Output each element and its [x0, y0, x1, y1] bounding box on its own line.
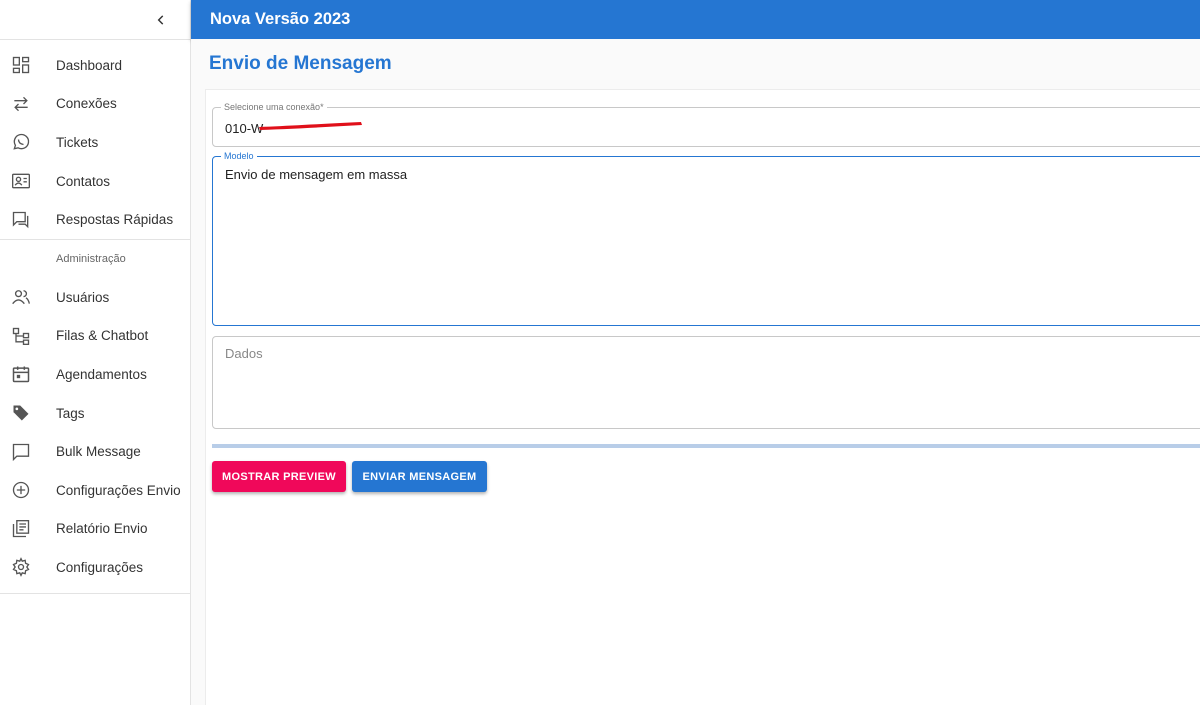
whatsapp-icon — [0, 132, 56, 152]
sidebar-item-agendamentos[interactable]: Agendamentos — [0, 355, 190, 394]
swap-arrows-icon — [0, 94, 56, 114]
sidebar-item-label: Respostas Rápidas — [56, 212, 174, 228]
sidebar-item-tags[interactable]: Tags — [0, 394, 190, 433]
modelo-label: Modelo — [221, 151, 257, 161]
calendar-icon — [0, 364, 56, 384]
sidebar-item-usuarios[interactable]: Usuários — [0, 278, 190, 317]
sidebar-section-label: Administração — [56, 252, 126, 265]
sidebar-item-bulk-message[interactable]: Bulk Message — [0, 432, 190, 471]
sidebar-item-contatos[interactable]: Contatos — [0, 162, 190, 201]
sidebar-item-dashboard[interactable]: Dashboard — [0, 46, 190, 85]
redaction-mark — [259, 122, 362, 130]
sidebar-item-label: Agendamentos — [56, 366, 147, 382]
show-preview-button[interactable]: MOSTRAR PREVIEW — [212, 461, 346, 492]
modelo-value: Envio de mensagem em massa — [225, 167, 408, 182]
app-title: Nova Versão 2023 — [210, 10, 351, 28]
tag-icon — [0, 403, 56, 423]
add-circle-icon — [0, 480, 56, 500]
sidebar-item-label: Bulk Message — [56, 444, 141, 460]
sidebar-item-conexoes[interactable]: Conexões — [0, 85, 190, 124]
sidebar-item-label: Tags — [56, 405, 85, 421]
connection-select-label: Selecione uma conexão* — [221, 102, 327, 112]
sidebar-divider — [0, 592, 190, 594]
sidebar-item-label: Contatos — [56, 173, 111, 189]
flow-tree-icon — [0, 326, 56, 346]
app-root: Dashboard Conexões Tickets Contatos Resp… — [0, 0, 1200, 705]
send-message-button[interactable]: ENVIAR MENSAGEM — [352, 461, 487, 492]
sidebar-item-configuracoes[interactable]: Configurações — [0, 548, 190, 587]
report-library-icon — [0, 519, 56, 539]
sidebar: Dashboard Conexões Tickets Contatos Resp… — [0, 0, 191, 705]
progress-bar-fill — [212, 444, 1200, 448]
dashboard-icon — [0, 55, 56, 75]
dados-placeholder: Dados — [225, 346, 263, 361]
modelo-textarea[interactable]: Modelo Envio de mensagem em massa — [212, 151, 1200, 326]
sidebar-item-configuracoes-envio[interactable]: Configurações Envio — [0, 471, 190, 510]
chevron-left-icon[interactable] — [150, 9, 172, 31]
sidebar-menu-main: Dashboard Conexões Tickets Contatos Resp… — [0, 40, 190, 239]
sidebar-item-label: Dashboard — [56, 57, 123, 73]
gear-icon — [0, 557, 56, 578]
sidebar-item-label: Usuários — [56, 289, 110, 305]
sidebar-item-relatorio-envio[interactable]: Relatório Envio — [0, 510, 190, 549]
sidebar-item-label: Conexões — [56, 96, 117, 112]
progress-bar — [212, 444, 1200, 448]
sidebar-item-label: Configurações Envio — [56, 482, 181, 498]
top-app-bar: Nova Versão 2023 — [191, 0, 1200, 39]
sidebar-item-respostas-rapidas[interactable]: Respostas Rápidas — [0, 200, 190, 239]
message-form-panel: Selecione uma conexão* 010-W Modelo Envi… — [205, 89, 1200, 705]
contact-card-icon — [0, 171, 56, 191]
connection-select[interactable]: Selecione uma conexão* 010-W — [212, 102, 1200, 147]
main-content: Envio de Mensagem Selecione uma conexão*… — [191, 39, 1200, 705]
sidebar-item-label: Relatório Envio — [56, 521, 148, 537]
quick-reply-icon — [0, 210, 56, 230]
sidebar-item-label: Filas & Chatbot — [56, 328, 149, 344]
dados-textarea[interactable]: Dados — [212, 336, 1200, 429]
sidebar-collapse-row — [0, 0, 190, 40]
page-title: Envio de Mensagem — [209, 53, 392, 74]
sidebar-item-tickets[interactable]: Tickets — [0, 123, 190, 162]
sidebar-menu-admin: Usuários Filas & Chatbot Agendamentos Ta… — [0, 278, 190, 587]
sidebar-item-label: Tickets — [56, 134, 99, 150]
sidebar-item-label: Configurações — [56, 559, 144, 575]
chat-bubble-icon — [0, 442, 56, 462]
sidebar-item-filas-chatbot[interactable]: Filas & Chatbot — [0, 317, 190, 356]
users-icon — [0, 287, 56, 307]
